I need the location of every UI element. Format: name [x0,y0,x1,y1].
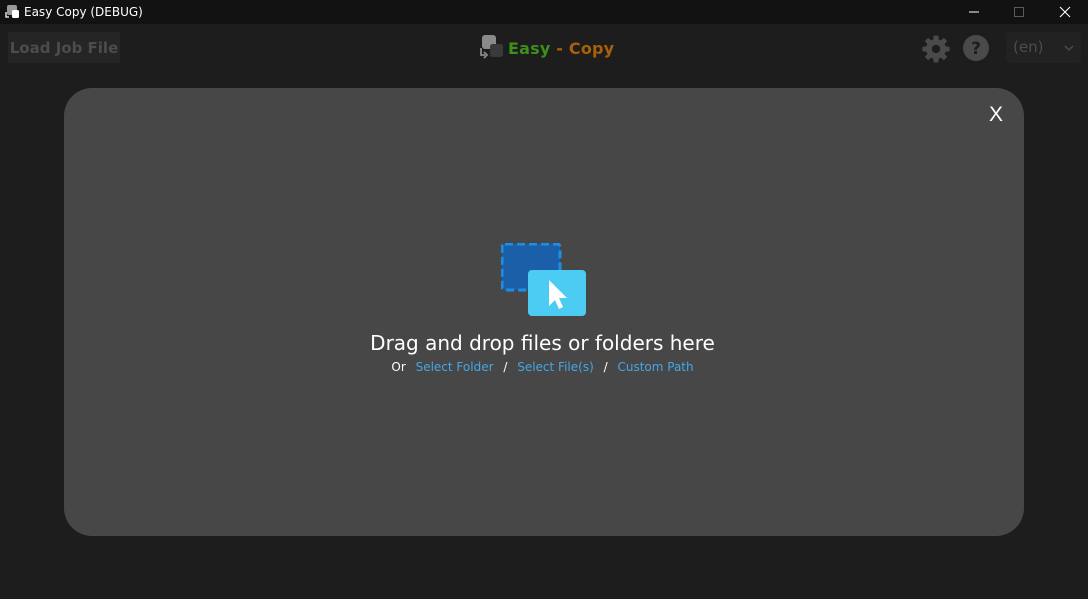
app-icon [5,5,19,18]
window-title: Easy Copy (DEBUG) [24,5,143,19]
language-select[interactable]: (en) [1006,32,1081,63]
brand-name: Easy - Copy [508,39,614,58]
brand-copy: Copy [568,38,615,58]
language-value: (en) [1013,38,1044,56]
close-window-button[interactable] [1042,0,1088,24]
select-files-link[interactable]: Select File(s) [517,360,594,374]
app-window: Easy Copy (DEBUG) Load Job File Easy - C… [0,0,1088,599]
toolbar: Load Job File Easy - Copy ? (en) [0,24,1088,72]
svg-text:?: ? [971,39,981,59]
brand-logo-group: Easy - Copy [478,34,614,62]
separator: / [603,360,608,374]
drop-heading: Drag and drop files or folders here [370,331,715,355]
custom-path-link[interactable]: Custom Path [617,360,693,374]
select-options-row: Or Select Folder / Select File(s) / Cust… [64,360,1021,374]
minimize-button[interactable] [951,0,997,24]
brand-logo-icon [480,35,503,59]
brand-easy: Easy [508,38,551,58]
or-label: Or [391,360,406,374]
chevron-down-icon [1064,45,1074,51]
load-job-file-button[interactable]: Load Job File [8,32,120,63]
minimize-icon [969,11,979,13]
drop-zone-panel[interactable]: X Drag and drop files or folders here Or… [64,88,1024,536]
close-panel-button[interactable]: X [987,102,1005,128]
brand-separator: - [550,38,569,58]
separator: / [503,360,508,374]
title-bar[interactable]: Easy Copy (DEBUG) [0,0,1088,24]
settings-button[interactable] [921,34,951,64]
maximize-button[interactable] [996,0,1042,24]
help-button[interactable]: ? [962,34,990,62]
gear-icon [922,35,950,63]
select-folder-link[interactable]: Select Folder [416,360,494,374]
drag-drop-icon [501,243,586,316]
maximize-icon [1014,7,1024,17]
help-icon: ? [963,35,989,61]
close-icon [1059,6,1071,18]
